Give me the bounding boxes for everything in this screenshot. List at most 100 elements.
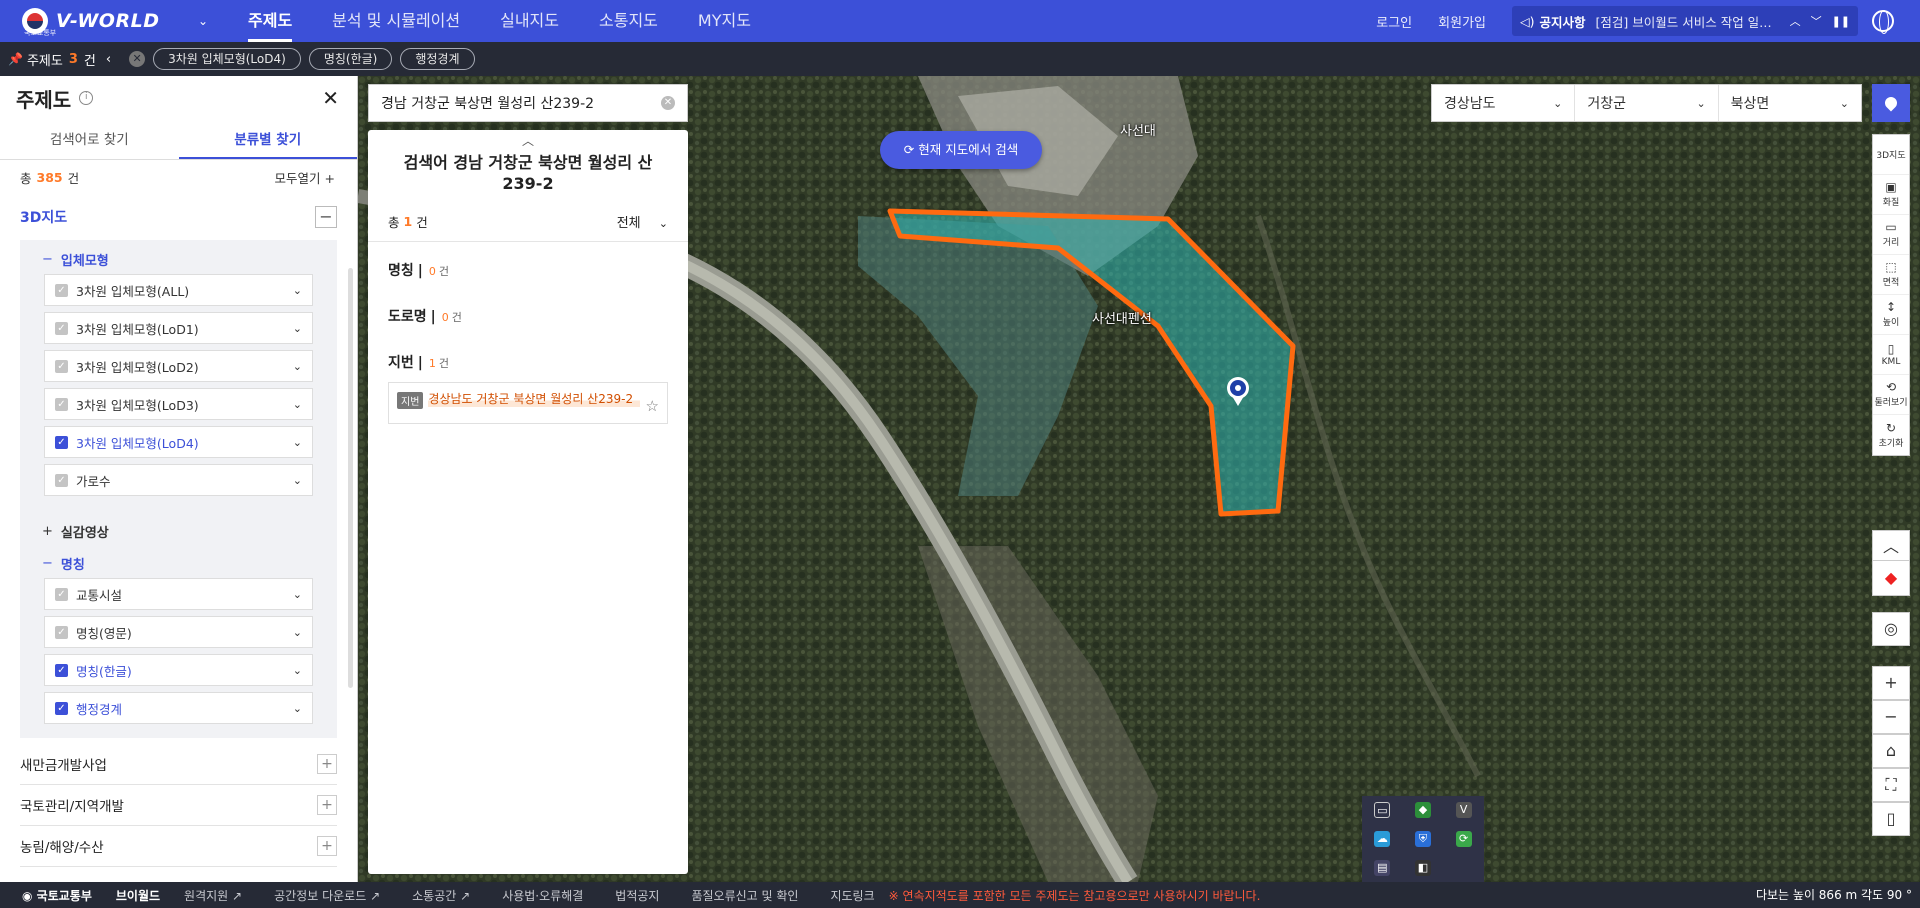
layer-item[interactable]: ✓ 교통시설 ⌄ — [44, 578, 313, 610]
chevron-down-icon[interactable]: ⌄ — [293, 626, 302, 639]
vworld-logo[interactable]: V-WORLD 국토교통부 — [22, 8, 192, 37]
tool-distance[interactable]: ▭ 거리 — [1873, 215, 1909, 255]
checkbox[interactable]: ✓ — [55, 397, 68, 411]
my-location-button[interactable] — [1872, 84, 1910, 122]
result-filter-select[interactable]: 전체 ⌄ — [617, 212, 668, 231]
category-saemangeum[interactable]: 새만금개발사업 + — [20, 744, 337, 785]
footer-remote-support[interactable]: 원격지원 ↗ — [184, 887, 242, 904]
expand-icon[interactable]: + — [317, 836, 337, 856]
expand-icon[interactable]: + — [317, 795, 337, 815]
cloud-icon[interactable]: ☁ — [1374, 830, 1391, 847]
layer-item[interactable]: ✓ 가로수 ⌄ — [44, 464, 313, 496]
chevron-down-icon[interactable]: ⌄ — [293, 322, 302, 335]
layer-item[interactable]: ✓ 3차원 입체모형(ALL) ⌄ — [44, 274, 313, 306]
checkbox-checked[interactable]: ✓ — [55, 435, 68, 449]
footer-legal[interactable]: 법적공지 — [615, 887, 659, 904]
notice-prev-icon[interactable]: ︿ — [1790, 13, 1801, 29]
layer-item[interactable]: ✓ 명칭(영문) ⌄ — [44, 616, 313, 648]
chevron-down-icon[interactable]: ⌄ — [293, 664, 302, 677]
tool-quality[interactable]: ▣ 화질 — [1873, 175, 1909, 215]
layer-item[interactable]: ✓ 3차원 입체모형(LoD1) ⌄ — [44, 312, 313, 344]
collapse-chevron-icon[interactable]: ‹ — [106, 52, 111, 67]
fullscreen-icon[interactable]: ⛶ — [1872, 768, 1910, 802]
chevron-up-icon[interactable]: ︿ — [1872, 530, 1910, 564]
result-address[interactable]: 경상남도 거창군 북상면 월성리 산239-2 — [428, 391, 640, 407]
group-realistic-imagery[interactable]: + 실감영상 — [20, 516, 337, 546]
shield-icon[interactable]: ◆ — [1414, 802, 1431, 819]
footer-quality-report[interactable]: 품질오류신고 및 확인 — [691, 887, 798, 904]
notice-ticker[interactable]: ◁) 공지사항 [점검] 브이월드 서비스 작업 일정 ··· ︿ ﹀ ❚❚ — [1512, 6, 1858, 36]
category-agriculture[interactable]: 농림/해양/수산 + — [20, 826, 337, 867]
checkbox-checked[interactable]: ✓ — [55, 663, 68, 677]
checkbox[interactable]: ✓ — [55, 473, 68, 487]
collapse-up-icon[interactable]: ︿ — [368, 130, 688, 152]
target-icon[interactable]: ◎ — [1872, 612, 1910, 646]
chip-lod4[interactable]: 3차원 입체모형(LoD4) — [153, 48, 301, 70]
layer-item[interactable]: ✓ 3차원 입체모형(LoD2) ⌄ — [44, 350, 313, 382]
footer-community[interactable]: 소통공간 ↗ — [412, 887, 470, 904]
region-town-select[interactable]: 북상면 ⌄ — [1719, 85, 1861, 121]
region-province-select[interactable]: 경상남도 ⌄ — [1432, 85, 1576, 121]
layer-item[interactable]: ✓ 행정경계 ⌄ — [44, 692, 313, 724]
expand-icon[interactable]: + — [317, 754, 337, 774]
notice-next-icon[interactable]: ﹀ — [1811, 13, 1822, 29]
tool-kml[interactable]: ▯ KML — [1873, 335, 1909, 375]
app-icon[interactable]: V — [1455, 802, 1472, 819]
layer-item[interactable]: ✓ 명칭(한글) ⌄ — [44, 654, 313, 686]
chevron-down-icon[interactable]: ⌄ — [293, 588, 302, 601]
globe-icon[interactable] — [1872, 10, 1894, 34]
category-land-management[interactable]: 국토관리/지역개발 + — [20, 785, 337, 826]
layer-item[interactable]: ✓ 3차원 입체모형(LoD4) ⌄ — [44, 426, 313, 458]
menu-analysis[interactable]: 분석 및 시뮬레이션 — [312, 0, 480, 42]
checkbox[interactable]: ✓ — [55, 321, 68, 335]
footer-ministry[interactable]: ◉ 국토교통부 — [22, 887, 92, 904]
chevron-down-icon[interactable]: ⌄ — [293, 284, 302, 297]
scrollbar[interactable] — [348, 268, 353, 688]
search-input[interactable] — [381, 95, 661, 111]
checkbox[interactable]: ✓ — [55, 283, 68, 297]
login-link[interactable]: 로그인 — [1376, 12, 1412, 31]
checkbox-checked[interactable]: ✓ — [55, 701, 68, 715]
tool-look-around[interactable]: ⟲ 둘러보기 — [1873, 375, 1909, 415]
region-county-select[interactable]: 거창군 ⌄ — [1575, 85, 1719, 121]
home-icon[interactable]: ⌂ — [1872, 734, 1910, 768]
menu-my-map[interactable]: MY지도 — [678, 0, 771, 42]
zoom-in-icon[interactable]: + — [1872, 666, 1910, 700]
monitor-icon[interactable]: ▭ — [1374, 802, 1391, 819]
notice-text[interactable]: [점검] 브이월드 서비스 작업 일정 ··· — [1596, 12, 1780, 31]
tool-icon[interactable]: ▤ — [1374, 859, 1391, 876]
mouse-icon[interactable]: ▯ — [1872, 802, 1910, 836]
checkbox[interactable]: ✓ — [55, 587, 68, 601]
tool-3d-map[interactable]: 3D지도 — [1873, 135, 1909, 175]
close-icon[interactable]: ✕ — [322, 86, 339, 110]
chevron-down-icon[interactable]: ⌄ — [293, 474, 302, 487]
star-icon[interactable]: ☆ — [646, 397, 659, 415]
checkbox[interactable]: ✓ — [55, 625, 68, 639]
menu-communication-map[interactable]: 소통지도 — [579, 0, 678, 42]
security-icon[interactable]: ⛨ — [1414, 830, 1431, 847]
chevron-down-icon[interactable]: ⌄ — [293, 398, 302, 411]
zoom-out-icon[interactable]: − — [1872, 700, 1910, 734]
checkbox[interactable]: ✓ — [55, 359, 68, 373]
group-3d-model[interactable]: − 입체모형 — [20, 244, 337, 274]
tool-reset[interactable]: ↻ 초기화 — [1873, 415, 1909, 455]
signup-link[interactable]: 회원가입 — [1438, 12, 1486, 31]
bracket-icon[interactable]: ◧ — [1414, 859, 1431, 876]
footer-map-link[interactable]: 지도링크 — [830, 887, 874, 904]
clear-all-icon[interactable]: ✕ — [129, 51, 146, 67]
notice-pause-icon[interactable]: ❚❚ — [1832, 15, 1850, 28]
chevron-down-icon[interactable]: ⌄ — [293, 702, 302, 715]
info-icon[interactable]: i — [79, 91, 94, 105]
open-all-button[interactable]: 모두열기 + — [275, 168, 335, 187]
group-names[interactable]: − 명칭 — [20, 548, 337, 578]
footer-vworld[interactable]: 브이월드 — [116, 887, 160, 904]
clear-search-icon[interactable]: ✕ — [661, 96, 675, 110]
chevron-down-icon[interactable]: ⌄ — [293, 360, 302, 373]
footer-download[interactable]: 공간정보 다운로드 ↗ — [274, 887, 380, 904]
tool-height[interactable]: ↕ 높이 — [1873, 295, 1909, 335]
result-item[interactable]: 지번 경상남도 거창군 북상면 월성리 산239-2 ☆ — [388, 382, 668, 424]
chevron-down-icon[interactable]: ⌄ — [192, 14, 214, 28]
sync-icon[interactable]: ⟳ — [1455, 830, 1472, 847]
chevron-down-icon[interactable]: ⌄ — [293, 436, 302, 449]
chip-admin-boundary[interactable]: 행정경계 — [400, 48, 475, 70]
